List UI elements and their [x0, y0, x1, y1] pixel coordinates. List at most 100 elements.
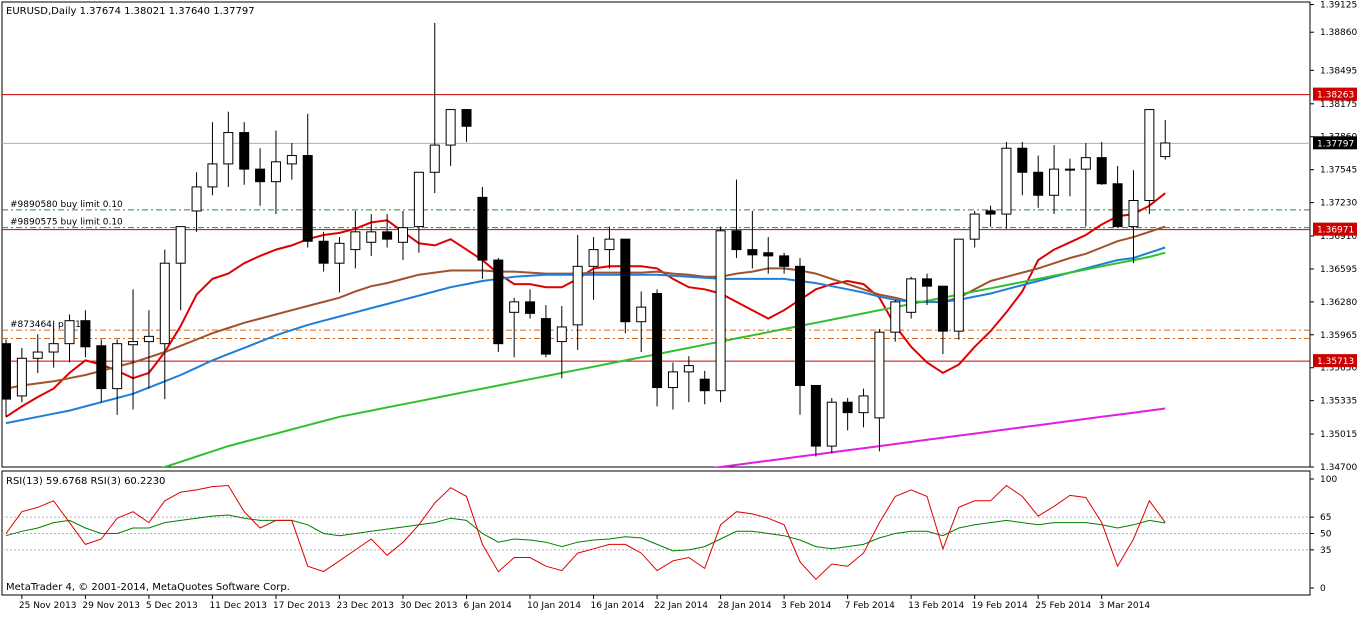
candle-body-bull [413, 171, 424, 228]
candle-body-bull [667, 371, 678, 389]
candle-body-bull [1049, 168, 1060, 196]
time-tick-label: 16 Jan 2014 [591, 601, 645, 611]
candle-body-bull [286, 155, 297, 165]
copyright-text: MetaTrader 4, © 2001-2014, MetaQuotes So… [6, 582, 290, 593]
candle-body-bull [1144, 109, 1155, 201]
candle-body-bull [366, 231, 377, 243]
time-tick-label: 3 Mar 2014 [1099, 601, 1151, 611]
time-tick-label: 22 Jan 2014 [654, 601, 708, 611]
candle-body-bear [1033, 171, 1044, 196]
price-tag-label: 1.36971 [1317, 226, 1354, 236]
time-tick-label: 13 Feb 2014 [908, 601, 964, 611]
symbol-info: EURUSD,Daily 1.37674 1.38021 1.37640 1.3… [6, 6, 255, 17]
candle-body-bull [1160, 142, 1171, 158]
candle-body-bear [779, 255, 790, 267]
candle-body-bull [509, 301, 520, 313]
chart-window: #9890580 buy limit 0.10 #9890575 buy limi… [0, 0, 1358, 613]
price-tick-label: 1.36595 [1320, 265, 1357, 275]
candle-body-bear [937, 285, 948, 332]
time-tick-label: 6 Jan 2014 [464, 601, 512, 611]
price-tag-0: 1.38263 [1313, 87, 1357, 101]
candle-body-bear [493, 259, 504, 345]
candle-body-bear [477, 196, 488, 261]
chart-svg[interactable]: #9890580 buy limit 0.10 #9890575 buy limi… [0, 0, 1358, 613]
time-tick-label: 10 Jan 2014 [527, 601, 581, 611]
price-tag-label: 1.35713 [1317, 357, 1354, 367]
candle-body-bull [572, 265, 583, 326]
price-tick-label: 1.38860 [1320, 28, 1357, 38]
candle-body-bear [540, 318, 551, 355]
candle [715, 226, 726, 403]
candle-body-bear [731, 230, 742, 251]
candle-body-bull [334, 242, 345, 264]
price-tick-label: 1.37230 [1320, 199, 1357, 209]
candle-body-bull [270, 161, 281, 183]
candle-body-bull [143, 335, 154, 343]
candle-body-bear [382, 231, 393, 240]
candle-body-bear [699, 378, 710, 392]
time-tick-label: 7 Feb 2014 [845, 601, 896, 611]
candle-body-bull [1080, 157, 1091, 170]
time-tick-label: 5 Dec 2013 [146, 601, 198, 611]
candle-body-bull [826, 401, 837, 447]
rsi-tick-label: 0 [1320, 584, 1326, 594]
candle-body-bear [620, 238, 631, 323]
price-tick-label: 1.35335 [1320, 397, 1357, 407]
candle [810, 384, 821, 457]
candle [1144, 109, 1155, 215]
candle-body-bear [1096, 157, 1107, 185]
price-tag-3: 1.35713 [1313, 354, 1357, 368]
candle-body-bull [715, 230, 726, 392]
price-tag-label: 1.38263 [1317, 91, 1354, 101]
price-tick-label: 1.36280 [1320, 298, 1357, 308]
candle [826, 398, 837, 454]
candle-body-bull [445, 109, 456, 146]
candle-body-bull [953, 238, 964, 332]
rsi-title: RSI(13) 59.6768 RSI(3) 60.2230 [6, 476, 165, 487]
candle-body-bear [318, 240, 329, 264]
candle-body-bull [588, 249, 599, 267]
time-tick-label: 29 Nov 2013 [82, 601, 140, 611]
candle-body-bear [810, 384, 821, 447]
candle-body-bull [429, 144, 440, 173]
price-tick-label: 1.37545 [1320, 166, 1357, 176]
candle-body-bear [1112, 183, 1123, 228]
candle [493, 257, 504, 353]
price-tick-label: 1.35015 [1320, 430, 1357, 440]
candle-body-bear [1017, 147, 1028, 173]
candle-body-bull [64, 320, 75, 345]
order-label-2: #873464 [10, 320, 52, 330]
time-tick-label: 11 Dec 2013 [209, 601, 267, 611]
price-tick-label: 1.38175 [1320, 100, 1357, 110]
candle-body-bear [747, 249, 758, 256]
time-tick-label: 23 Dec 2013 [336, 601, 394, 611]
time-tick-label: 19 Feb 2014 [972, 601, 1028, 611]
candle-body-bear [302, 155, 313, 242]
candle-body-bear [842, 401, 853, 414]
order-label-0: #9890580 buy limit 0.10 [10, 200, 123, 210]
price-tag-1: 1.37797 [1313, 136, 1357, 150]
candle-body-bull [128, 341, 139, 346]
candle-body-bull [556, 326, 567, 343]
candle-body-bull [874, 331, 885, 419]
price-tag-2: 1.36971 [1313, 222, 1357, 236]
price-tag-label: 1.37797 [1317, 139, 1354, 149]
time-tick-label: 30 Dec 2013 [400, 601, 458, 611]
candle-body-bull [191, 186, 202, 212]
candle-body-bull [858, 395, 869, 414]
candle [620, 238, 631, 334]
candle-body-bear [80, 320, 91, 348]
time-tick-label: 3 Feb 2014 [781, 601, 832, 611]
rsi-tick-label: 65 [1320, 513, 1331, 523]
candle-body-bull [683, 365, 694, 373]
candle-body-bull [969, 213, 980, 240]
price-tick-label: 1.38495 [1320, 66, 1357, 76]
candle-body-bull [1001, 147, 1012, 215]
order-label-1: #9890575 buy limit 0.10 [10, 218, 123, 228]
candle-body-bear [525, 301, 536, 314]
candle-body-bull [906, 278, 917, 313]
candle-body-bull [398, 227, 408, 243]
time-tick-label: 25 Feb 2014 [1035, 601, 1091, 611]
candle-body-bull [636, 306, 647, 323]
candle-body-bull [159, 262, 170, 345]
